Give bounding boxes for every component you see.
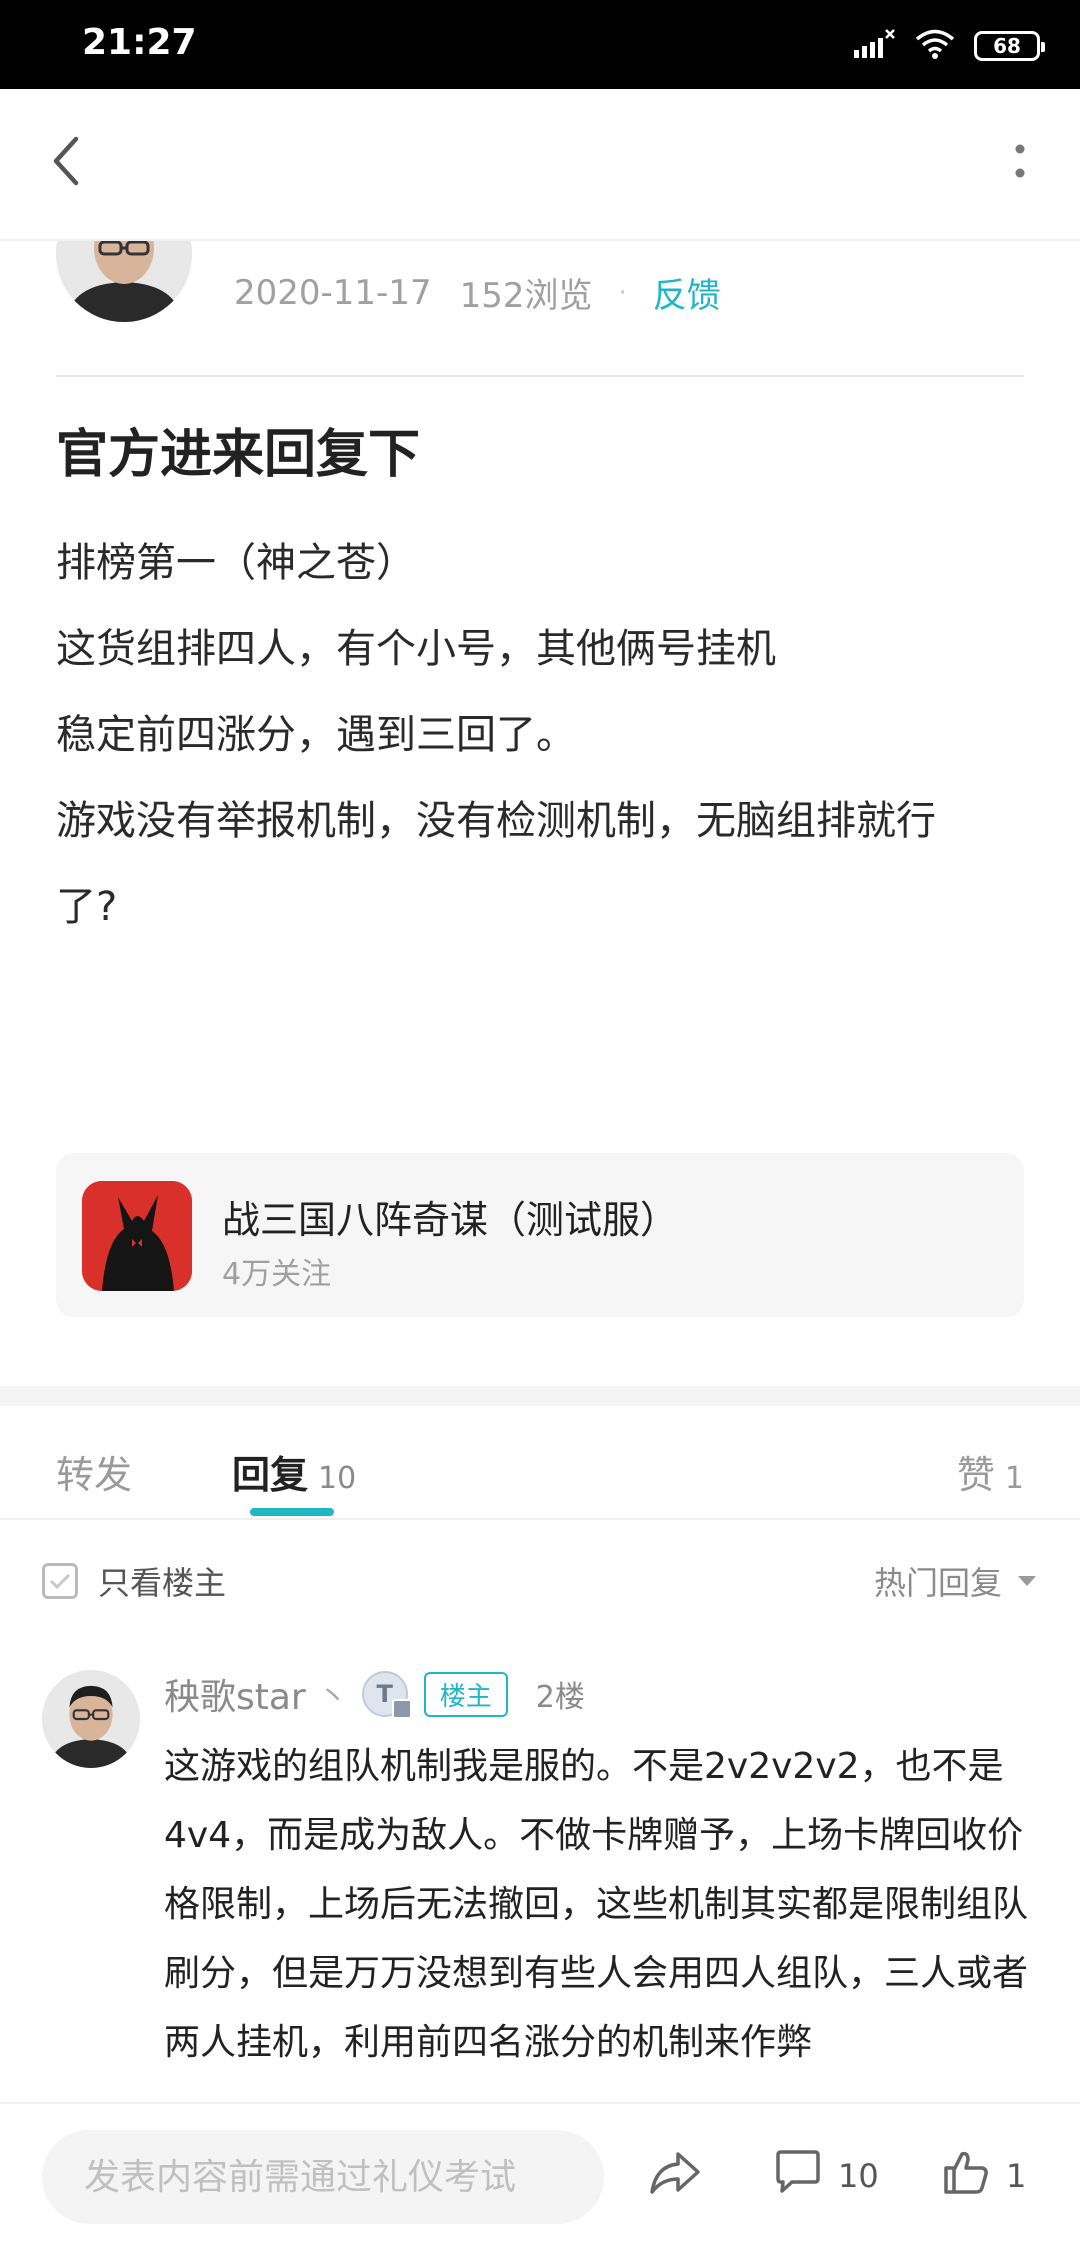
post-line: 了? bbox=[56, 884, 118, 930]
game-name: 战三国八阵奇谋（测试服） bbox=[222, 1198, 679, 1242]
op-badge: 楼主 bbox=[423, 1671, 508, 1717]
like-count: 1 bbox=[1006, 2157, 1027, 2195]
active-tab-indicator bbox=[250, 1508, 334, 1516]
caret-down-icon bbox=[1018, 1576, 1036, 1586]
feedback-link[interactable]: 反馈 bbox=[653, 268, 721, 317]
tab-like-count: 1 bbox=[1004, 1461, 1024, 1496]
battery-icon: 68 bbox=[974, 31, 1045, 61]
comment-button[interactable]: 10 bbox=[774, 2144, 879, 2208]
chevron-left-icon bbox=[50, 135, 82, 191]
status-time: 21:27 bbox=[82, 22, 197, 63]
post-body: 排榜第一（神之苍） 这货组排四人，有个小号，其他俩号挂机 稳定前四涨分，遇到三回… bbox=[56, 520, 1024, 950]
reply-username[interactable]: 秧歌star bbox=[164, 1668, 306, 1720]
tab-like-label: 赞 bbox=[956, 1453, 995, 1497]
thumbs-up-icon bbox=[942, 2148, 990, 2204]
reply-text: 这游戏的组队机制我是服的。不是2v2v2v2，也不是4v4，而是成为敌人。不做卡… bbox=[164, 1746, 1029, 2063]
status-bar: 21:27 68 bbox=[0, 0, 1080, 89]
level-badge-icon: T bbox=[361, 1671, 412, 1719]
tab-reply-count: 10 bbox=[318, 1461, 357, 1496]
checkbox-icon[interactable] bbox=[42, 1563, 78, 1599]
post-line: 稳定前四涨分，遇到三回了。 bbox=[56, 712, 576, 758]
reply-tabs: 转发 回复 10 赞1 bbox=[0, 1406, 1080, 1520]
post-date: 2020-11-17 bbox=[234, 272, 432, 313]
more-button[interactable] bbox=[990, 133, 1050, 193]
comment-count: 10 bbox=[838, 2157, 879, 2195]
sort-dropdown[interactable]: 热门回复 bbox=[874, 1558, 1036, 1604]
share-icon bbox=[648, 2148, 702, 2204]
like-button[interactable]: 1 bbox=[942, 2144, 1026, 2208]
name-separator: 丶 bbox=[317, 1680, 348, 1715]
share-button[interactable] bbox=[648, 2144, 702, 2208]
op-only-toggle[interactable]: 只看楼主 bbox=[42, 1558, 226, 1604]
tab-like[interactable]: 赞1 bbox=[957, 1444, 1024, 1499]
signal-icon bbox=[852, 28, 896, 64]
post-line: 游戏没有举报机制，没有检测机制，无脑组排就行 bbox=[56, 798, 936, 844]
floor-number: 2楼 bbox=[535, 1680, 585, 1715]
reply-header: 秧歌star 丶 T 楼主 2楼 bbox=[164, 1666, 585, 1722]
wifi-icon bbox=[914, 28, 956, 64]
reply-avatar[interactable] bbox=[42, 1670, 140, 1768]
tab-reply-label: 回复 bbox=[232, 1453, 309, 1497]
game-icon bbox=[82, 1181, 192, 1291]
comment-input[interactable] bbox=[42, 2130, 604, 2224]
comment-icon bbox=[774, 2149, 822, 2203]
divider bbox=[56, 375, 1024, 377]
post-title: 官方进来回复下 bbox=[56, 425, 421, 485]
nav-bar bbox=[0, 89, 1080, 241]
tab-forward[interactable]: 转发 bbox=[56, 1444, 132, 1499]
post-views: 152浏览 bbox=[459, 276, 593, 316]
op-only-label: 只看楼主 bbox=[98, 1564, 227, 1602]
tab-forward-label: 转发 bbox=[56, 1453, 133, 1497]
game-followers: 4万关注 bbox=[222, 1257, 332, 1292]
more-vertical-icon bbox=[1014, 141, 1026, 185]
reply-item: 秧歌star 丶 T 楼主 2楼 这游戏的组队机制我是服的。不是2v2v2v2，… bbox=[0, 1640, 1080, 2110]
filter-row: 只看楼主 热门回复 bbox=[0, 1522, 1080, 1634]
status-icons: 68 bbox=[852, 26, 1045, 66]
section-divider bbox=[0, 1386, 1080, 1406]
meta-separator: · bbox=[618, 277, 627, 308]
post-line: 排榜第一（神之苍） bbox=[56, 540, 416, 586]
bottom-action-bar: 10 1 bbox=[0, 2102, 1080, 2248]
post-line: 这货组排四人，有个小号，其他俩号挂机 bbox=[56, 626, 776, 672]
post-meta: 2020-11-17 152浏览 · 反馈 bbox=[234, 268, 721, 317]
sort-label: 热门回复 bbox=[873, 1564, 1002, 1602]
game-card[interactable]: 战三国八阵奇谋（测试服） 4万关注 bbox=[56, 1153, 1024, 1317]
tab-reply[interactable]: 回复 10 bbox=[232, 1444, 356, 1499]
back-button[interactable] bbox=[36, 133, 96, 193]
